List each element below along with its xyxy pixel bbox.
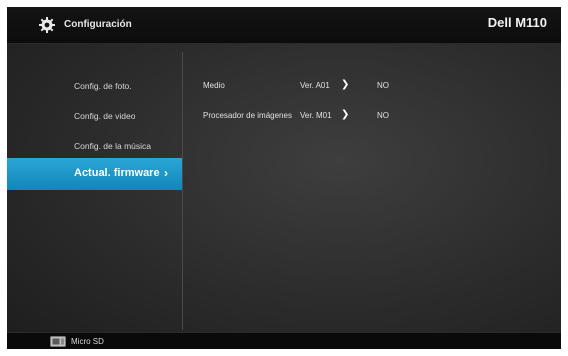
device-model: Dell M110 [487, 15, 547, 30]
firmware-version[interactable]: Ver. A01 [300, 81, 330, 90]
chevron-right-icon[interactable]: ❯ [341, 79, 349, 90]
firmware-status: NO [377, 81, 389, 90]
firmware-name: Medio [203, 81, 225, 90]
footer-bar: Micro SD [7, 332, 561, 349]
menu-item-firmware-update[interactable]: Actual. firmware › [7, 158, 182, 190]
storage-source-label: Micro SD [71, 337, 104, 346]
divider [182, 52, 183, 330]
firmware-name: Procesador de imágenes [203, 111, 292, 120]
gear-icon [39, 17, 55, 33]
menu-item-music-settings[interactable]: Config. de la música [74, 141, 151, 151]
menu-item-photo-settings[interactable]: Config. de foto. [74, 81, 132, 91]
header-bar: Configuración Dell M110 [7, 7, 561, 44]
page-title: Configuración [64, 19, 132, 30]
menu-item-video-settings[interactable]: Config. de video [74, 111, 135, 121]
firmware-status: NO [377, 111, 389, 120]
app-window: Configuración Dell M110 Config. de foto.… [7, 7, 561, 349]
chevron-right-icon[interactable]: ❯ [341, 109, 349, 120]
firmware-version[interactable]: Ver. M01 [300, 111, 332, 120]
micro-sd-icon [50, 336, 66, 347]
menu-item-label: Actual. firmware [74, 167, 160, 179]
chevron-right-icon: › [164, 166, 168, 180]
